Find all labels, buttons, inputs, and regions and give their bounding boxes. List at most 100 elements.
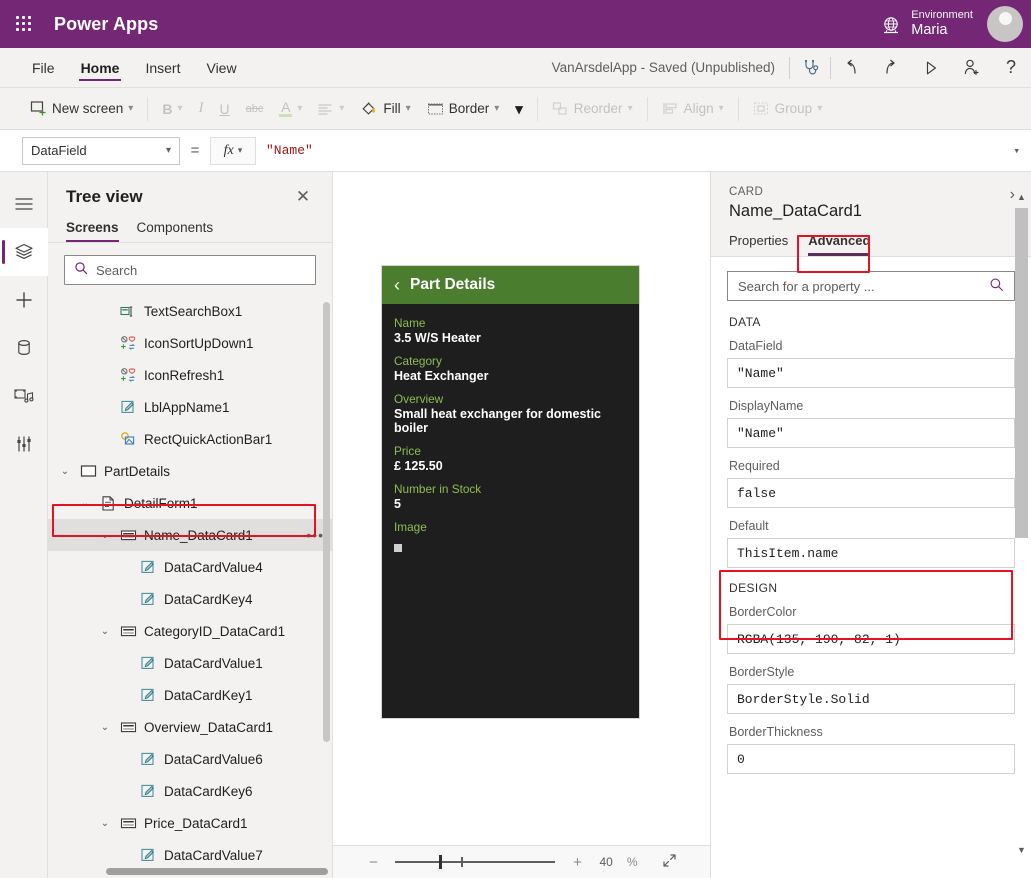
app-preview-screen[interactable]: ‹ Part Details Name 3.5 W/S Heater Categor…	[382, 266, 639, 718]
property-value-input[interactable]: RGBA(135, 190, 82, 1)	[727, 624, 1015, 654]
user-avatar-icon[interactable]	[987, 6, 1023, 42]
advanced-tools-icon[interactable]	[0, 420, 48, 468]
chevron-down-icon[interactable]: ▾	[1013, 144, 1020, 158]
hamburger-menu-icon[interactable]	[0, 180, 48, 228]
tree-node-datacardkey1[interactable]: ⌄ DataCardKey1	[48, 679, 332, 711]
property-value-input[interactable]: BorderStyle.Solid	[727, 684, 1015, 714]
tree-node-datacardvalue1[interactable]: ⌄ DataCardValue1	[48, 647, 332, 679]
tree-vertical-scrollbar[interactable]	[323, 302, 330, 742]
zoom-in-button[interactable]: +	[569, 854, 585, 871]
tree-node-datacardvalue4[interactable]: ⌄ DataCardValue4	[48, 551, 332, 583]
property-search-input[interactable]: Search for a property ...	[727, 271, 1015, 301]
tree-node-label: Price_DataCard1	[144, 815, 248, 831]
scroll-down-arrow-icon[interactable]: ▼	[1015, 845, 1028, 858]
border-button[interactable]: Border ▾	[419, 94, 508, 124]
reorder-button[interactable]: Reorder ▾	[544, 94, 641, 124]
tree-node-rectquickactionbar1[interactable]: ⌄ RectQuickActionBar1	[48, 423, 332, 455]
tree-node-overview-datacard1[interactable]: ⌄ Overview_DataCard1	[48, 711, 332, 743]
tab-screens[interactable]: Screens	[66, 216, 119, 242]
tree-node-datacardkey6[interactable]: ⌄ DataCardKey6	[48, 775, 332, 807]
tree-node-datacardkey4[interactable]: ⌄ DataCardKey4	[48, 583, 332, 615]
tab-properties[interactable]: Properties	[729, 233, 788, 256]
property-value-input[interactable]: ThisItem.name	[727, 538, 1015, 568]
tree-node-datacardvalue7[interactable]: ⌄ DataCardValue7	[48, 839, 332, 871]
zoom-slider[interactable]	[395, 855, 556, 869]
menu-item-file[interactable]: File	[30, 48, 57, 87]
menu-item-view[interactable]: View	[204, 48, 238, 87]
tree-node-detailform1[interactable]: ⌄ DetailForm1	[48, 487, 332, 519]
undo-icon[interactable]	[831, 48, 871, 88]
tree-node-lblappname1[interactable]: ⌄ LblAppName1	[48, 391, 332, 423]
tree-node-iconsortupdown1[interactable]: ⌄ IconSortUpDown1	[48, 327, 332, 359]
scroll-up-arrow-icon[interactable]: ▲	[1015, 192, 1028, 205]
back-chevron-icon[interactable]: ‹	[394, 276, 400, 294]
chevron-down-icon[interactable]: ⌄	[78, 498, 92, 509]
help-question-icon[interactable]: ?	[991, 48, 1031, 88]
tree-node-overflow-menu-icon[interactable]: •••	[306, 528, 324, 542]
chevron-down-icon[interactable]: ⌄	[98, 722, 112, 733]
tree-node-categoryid-datacard1[interactable]: ⌄ CategoryID_DataCard1	[48, 615, 332, 647]
tree-horizontal-scrollbar[interactable]	[106, 868, 328, 875]
property-value-input[interactable]: "Name"	[727, 358, 1015, 388]
properties-vertical-scrollbar[interactable]: ▲ ▼	[1015, 192, 1028, 858]
italic-button[interactable]: I	[190, 94, 211, 124]
reorder-label: Reorder	[573, 101, 623, 116]
new-screen-button[interactable]: New screen ▾	[22, 94, 141, 124]
menu-item-home[interactable]: Home	[78, 48, 122, 87]
close-icon[interactable]: ✕	[292, 186, 314, 208]
main-body: Tree view ✕ Screens Components Search Te…	[0, 172, 1031, 878]
app-checker-stethoscope-icon[interactable]	[790, 48, 830, 88]
scrollbar-thumb[interactable]	[1015, 208, 1028, 538]
bold-button[interactable]: B ▾	[154, 94, 190, 124]
menu-item-insert[interactable]: Insert	[143, 48, 182, 87]
tree-view-layers-icon[interactable]	[0, 228, 48, 276]
fit-to-screen-icon[interactable]	[662, 853, 678, 872]
tab-components[interactable]: Components	[137, 216, 214, 242]
chevron-down-icon[interactable]: ⌄	[98, 530, 112, 541]
property-value-input[interactable]: 0	[727, 744, 1015, 774]
property-selector-dropdown[interactable]: DataField ▾	[22, 136, 180, 165]
fx-button[interactable]: fx ▾	[210, 136, 256, 165]
insert-plus-icon[interactable]	[0, 276, 48, 324]
font-color-button[interactable]: A ▾	[271, 94, 310, 124]
tree-node-iconrefresh1[interactable]: ⌄ IconRefresh1	[48, 359, 332, 391]
text-align-button[interactable]: ▾	[310, 94, 352, 124]
tab-advanced[interactable]: Advanced	[808, 233, 871, 256]
chevron-down-icon[interactable]: ⌄	[98, 818, 112, 829]
chevron-down-icon[interactable]: ⌄	[58, 466, 72, 477]
align-button[interactable]: Align ▾	[654, 94, 732, 124]
data-cylinder-icon[interactable]	[0, 324, 48, 372]
tree-node-label: DataCardKey6	[164, 783, 253, 799]
formula-input[interactable]: "Name" ▾	[256, 136, 1031, 165]
properties-list[interactable]: DATA DataField "Name" DisplayName "Name" Requ…	[711, 313, 1031, 878]
zoom-slider-thumb[interactable]	[439, 855, 443, 869]
ribbon-more-button[interactable]: ▾	[507, 94, 531, 124]
media-icon[interactable]	[0, 372, 48, 420]
tree-node-list[interactable]: ⌄ TextSearchBox1⌄ IconSortUpDown1 ⌄	[48, 293, 332, 878]
property-value-input[interactable]: "Name"	[727, 418, 1015, 448]
tree-node-label: DataCardValue6	[164, 751, 263, 767]
fill-button[interactable]: Fill ▾	[352, 94, 418, 124]
tree-node-name-datacard1[interactable]: ⌄ Name_DataCard1 •••	[48, 519, 332, 551]
share-add-user-icon[interactable]	[951, 48, 991, 88]
underline-button[interactable]: U	[211, 94, 237, 124]
chevron-down-icon[interactable]: ⌄	[98, 626, 112, 637]
preview-play-icon[interactable]	[911, 48, 951, 88]
tree-node-datacardvalue6[interactable]: ⌄ DataCardValue6	[48, 743, 332, 775]
property-row-datafield: DataField "Name"	[727, 339, 1015, 388]
canvas-surface[interactable]: ‹ Part Details Name 3.5 W/S Heater Categor…	[333, 172, 710, 845]
label-icon	[119, 398, 137, 416]
property-value-input[interactable]: false	[727, 478, 1015, 508]
search-input[interactable]: Search	[64, 255, 316, 285]
group-button[interactable]: Group ▾	[745, 94, 831, 124]
strikethrough-button[interactable]: abc	[238, 94, 272, 124]
tree-node-price-datacard1[interactable]: ⌄ Price_DataCard1	[48, 807, 332, 839]
zoom-out-button[interactable]: −	[365, 854, 381, 871]
tree-node-partdetails[interactable]: ⌄ PartDetails	[48, 455, 332, 487]
icon-sort-icon	[119, 334, 137, 352]
tree-node-textsearchbox1[interactable]: ⌄ TextSearchBox1	[48, 295, 332, 327]
redo-icon[interactable]	[871, 48, 911, 88]
properties-panel: CARD › Name_DataCard1 Properties Advance…	[710, 172, 1031, 878]
waffle-grid-icon[interactable]	[0, 0, 48, 48]
environment-picker[interactable]: Environment Maria	[881, 0, 973, 48]
